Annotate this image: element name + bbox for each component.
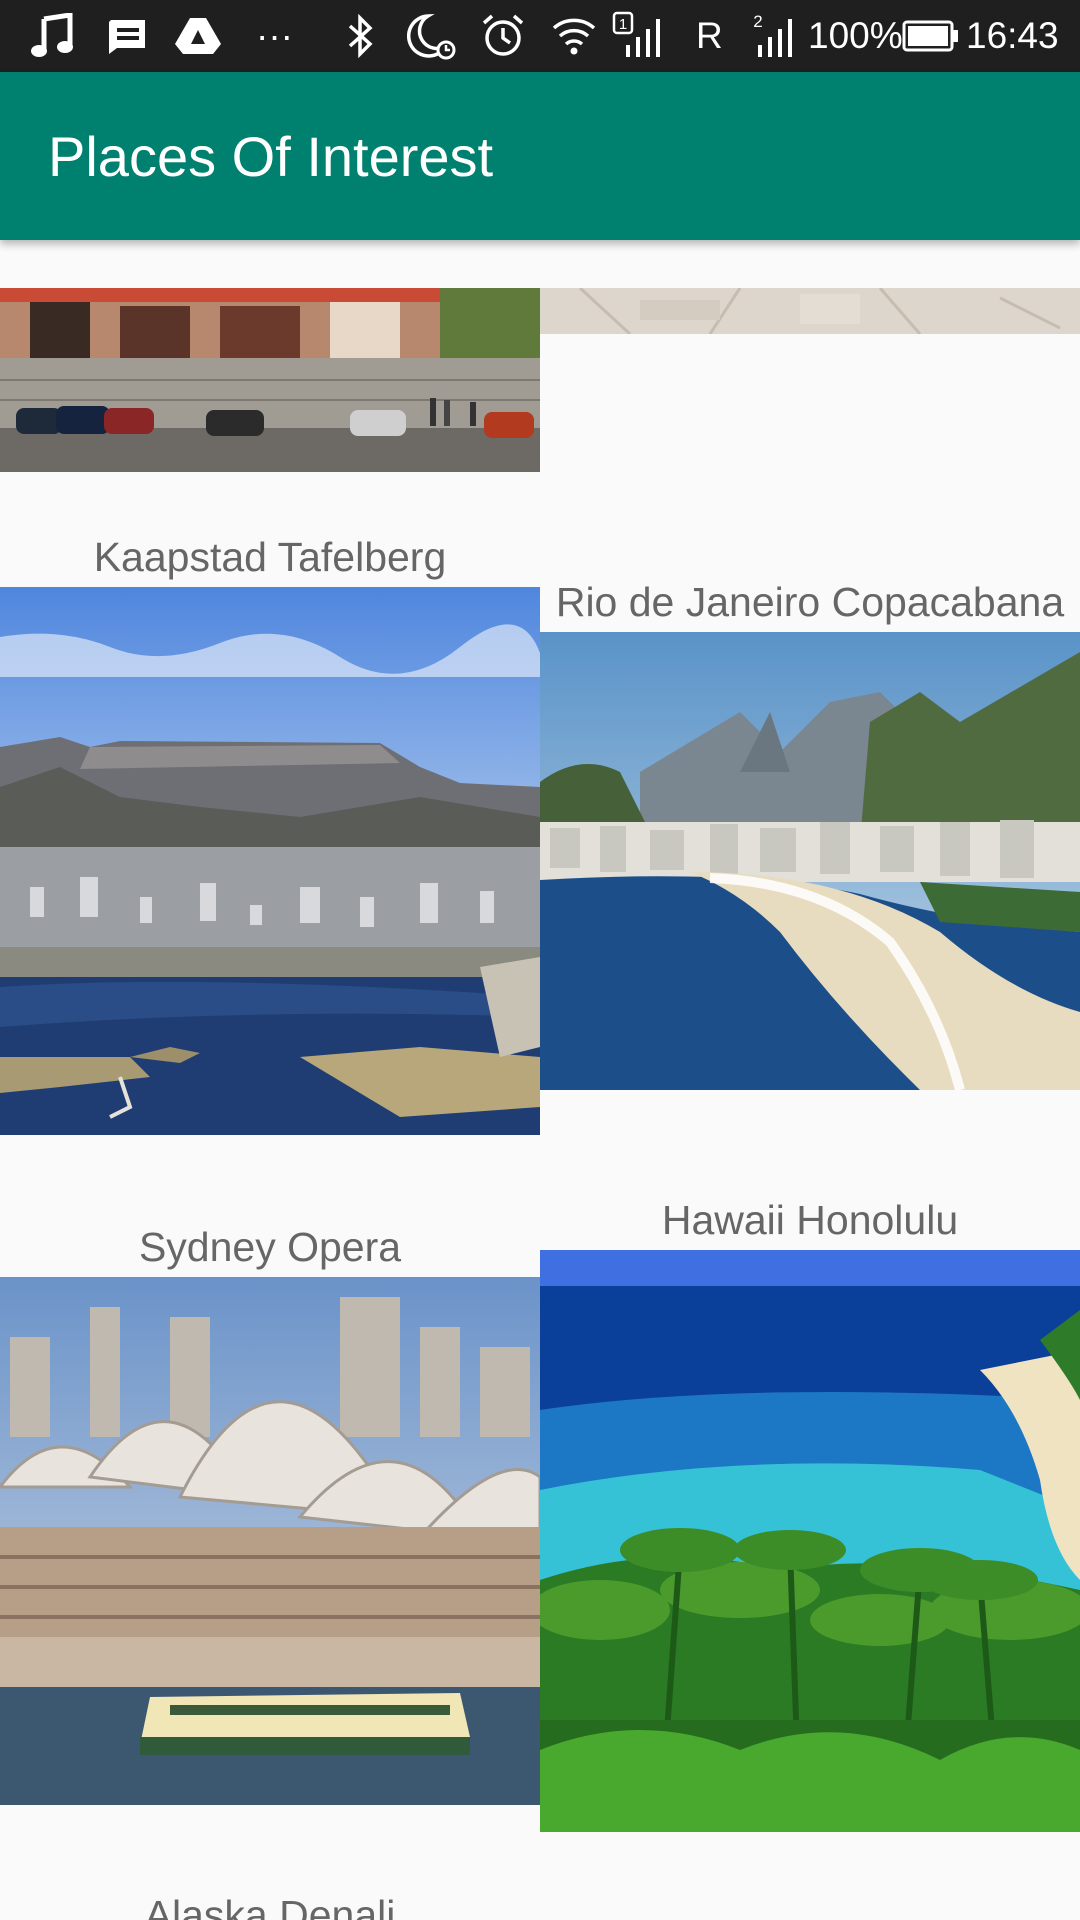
do-not-disturb-moon-icon xyxy=(404,10,458,62)
music-note-icon xyxy=(26,10,78,62)
places-grid[interactable]: Kaapstad Tafelberg Rio de Janeiro Copaca… xyxy=(0,240,1080,1920)
alarm-clock-icon xyxy=(478,10,528,62)
place-card-hawaii-honolulu-image[interactable] xyxy=(540,1250,1080,1832)
place-card-kaapstad-tafelberg-image[interactable] xyxy=(0,587,540,1135)
place-label-alaska-denali[interactable]: Alaska Denali xyxy=(0,1892,540,1920)
clock-time: 16:43 xyxy=(966,15,1059,56)
place-card-street-image[interactable] xyxy=(0,288,540,472)
svg-text:1: 1 xyxy=(619,16,627,33)
app-title: Places Of Interest xyxy=(48,124,494,188)
sim-2-signal-icon: 2 xyxy=(752,10,802,62)
place-label-rio-copacabana[interactable]: Rio de Janeiro Copacabana xyxy=(540,579,1080,626)
place-label-sydney-opera[interactable]: Sydney Opera xyxy=(0,1224,540,1271)
place-card-sydney-opera-image[interactable] xyxy=(0,1277,540,1805)
place-label-hawaii-honolulu[interactable]: Hawaii Honolulu xyxy=(540,1197,1080,1244)
more-dots-icon: ··· xyxy=(256,15,293,56)
place-card-rio-copacabana-image[interactable] xyxy=(540,632,1080,1090)
bluetooth-icon xyxy=(340,10,380,62)
sim-1-signal-icon: 1 xyxy=(612,10,668,62)
wifi-icon xyxy=(550,10,598,62)
status-bar: ··· 1 R 2 100% 16:43 xyxy=(0,0,1080,72)
battery-percent: 100% xyxy=(808,15,903,56)
battery-icon xyxy=(902,10,960,62)
message-icon xyxy=(102,10,152,62)
drive-icon xyxy=(172,10,224,62)
svg-text:2: 2 xyxy=(753,12,762,31)
place-label-kaapstad-tafelberg[interactable]: Kaapstad Tafelberg xyxy=(0,534,540,581)
app-bar: Places Of Interest xyxy=(0,72,1080,240)
roaming-indicator: R xyxy=(696,15,723,56)
place-card-stone-image[interactable] xyxy=(540,288,1080,334)
